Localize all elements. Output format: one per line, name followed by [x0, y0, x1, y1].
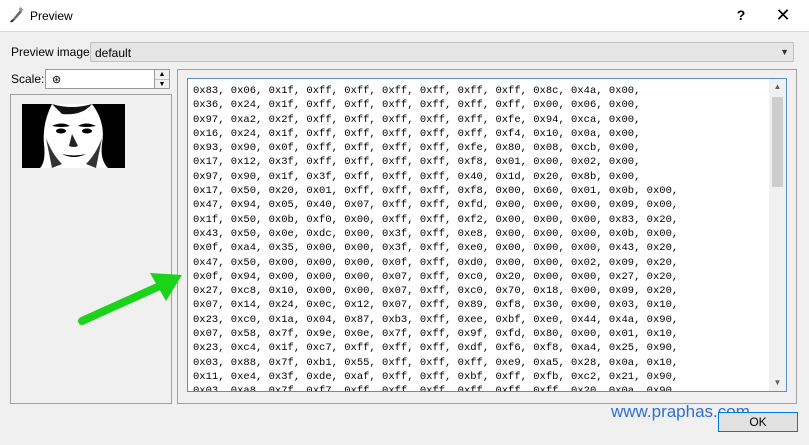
help-button[interactable]: ? [730, 4, 752, 26]
title-bar: Preview ? ✕ [0, 0, 809, 32]
scroll-down-icon[interactable]: ▼ [769, 375, 786, 391]
chevron-down-icon: ▼ [780, 47, 789, 57]
scale-stepper[interactable]: ▲ ▼ [154, 70, 169, 88]
code-line: 0x07, 0x14, 0x24, 0x0c, 0x12, 0x07, 0xff… [193, 299, 679, 312]
code-line: 0x11, 0xe4, 0x3f, 0xde, 0xaf, 0xff, 0xff… [193, 370, 679, 383]
preview-image-select[interactable]: default ▼ [90, 42, 794, 62]
code-line: 0x23, 0xc0, 0x1a, 0x04, 0x87, 0xb3, 0xff… [193, 313, 679, 326]
code-line: 0x97, 0x90, 0x1f, 0x3f, 0xff, 0xff, 0xff… [193, 170, 641, 183]
code-line: 0x47, 0x94, 0x05, 0x40, 0x07, 0xff, 0xff… [193, 199, 679, 212]
code-line: 0x83, 0x06, 0x1f, 0xff, 0xff, 0xff, 0xff… [193, 85, 641, 97]
scroll-up-icon[interactable]: ▲ [769, 79, 786, 95]
code-line: 0x47, 0x50, 0x00, 0x00, 0x00, 0x0f, 0xff… [193, 256, 679, 269]
scroll-thumb[interactable] [772, 97, 783, 187]
spin-down-icon[interactable]: ▼ [155, 80, 169, 89]
code-line: 0x16, 0x24, 0x1f, 0xff, 0xff, 0xff, 0xff… [193, 127, 641, 140]
code-line: 0x43, 0x50, 0x0e, 0xdc, 0x00, 0x3f, 0xff… [193, 227, 679, 240]
code-line: 0x07, 0x58, 0x7f, 0x9e, 0x0e, 0x7f, 0xff… [193, 328, 679, 341]
green-arrow-icon [78, 273, 182, 325]
close-button[interactable]: ✕ [768, 3, 798, 27]
code-line: 0x1f, 0x50, 0x0b, 0xf0, 0x00, 0xff, 0xff… [193, 213, 679, 226]
code-line: 0x0f, 0xa4, 0x35, 0x00, 0x00, 0x3f, 0xff… [193, 242, 679, 255]
code-line: 0x0f, 0x94, 0x00, 0x00, 0x00, 0x07, 0xff… [193, 270, 679, 283]
scale-spinbox[interactable]: ⊛ ▲ ▼ [45, 69, 170, 89]
code-line: 0x23, 0xc4, 0x1f, 0xc7, 0xff, 0xff, 0xff… [193, 342, 679, 355]
ok-button[interactable]: OK [718, 412, 798, 432]
code-output-box[interactable]: 0x83, 0x06, 0x1f, 0xff, 0xff, 0xff, 0xff… [187, 78, 787, 392]
code-line: 0x17, 0x12, 0x3f, 0xff, 0xff, 0xff, 0xff… [193, 156, 641, 169]
code-line: 0x97, 0xa2, 0x2f, 0xff, 0xff, 0xff, 0xff… [193, 113, 641, 126]
spin-up-icon[interactable]: ▲ [155, 70, 169, 80]
window-title: Preview [30, 9, 73, 23]
code-output-text: 0x83, 0x06, 0x1f, 0xff, 0xff, 0xff, 0xff… [193, 84, 768, 392]
scale-label: Scale: [11, 72, 45, 86]
code-line: 0x03, 0x88, 0x7f, 0xb1, 0x55, 0xff, 0xff… [193, 356, 679, 369]
scale-value: ⊛ [52, 74, 62, 86]
preview-image-label: Preview image: [11, 45, 94, 59]
code-line: 0x36, 0x24, 0x1f, 0xff, 0xff, 0xff, 0xff… [193, 99, 641, 112]
preview-image-value: default [95, 46, 132, 60]
code-line: 0x93, 0x90, 0x0f, 0xff, 0xff, 0xff, 0xff… [193, 142, 641, 155]
face-preview-image [22, 104, 125, 168]
code-line: 0x17, 0x50, 0x20, 0x01, 0xff, 0xff, 0xff… [193, 185, 679, 198]
code-line: 0x27, 0xc8, 0x10, 0x00, 0x00, 0x07, 0xff… [193, 285, 679, 298]
code-line: 0x03, 0xa8, 0x7f, 0xf7, 0xff, 0xff, 0xff… [193, 385, 679, 392]
brush-icon [10, 7, 24, 23]
image-preview-pane [10, 94, 172, 404]
vertical-scrollbar[interactable]: ▲ ▼ [769, 79, 786, 391]
